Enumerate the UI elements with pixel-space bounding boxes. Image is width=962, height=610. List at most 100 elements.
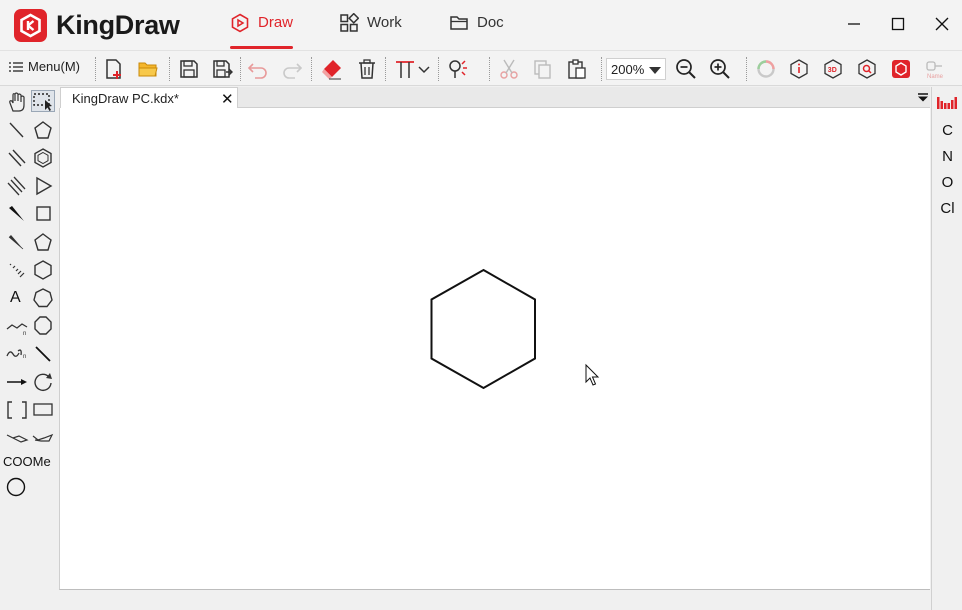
wedge-bond-icon[interactable]	[5, 203, 29, 225]
square-ring-icon[interactable]	[31, 203, 55, 225]
element-n-button[interactable]: N	[932, 148, 962, 165]
chevron-down-icon[interactable]	[417, 58, 431, 80]
chair-template-icon[interactable]	[5, 427, 29, 449]
cyclopentane-alt-icon[interactable]	[31, 231, 55, 253]
hashed-bond-icon[interactable]	[5, 259, 29, 281]
zoom-in-icon[interactable]	[709, 58, 731, 80]
marquee-select-tool[interactable]	[31, 90, 55, 112]
bottom-strip	[59, 591, 930, 610]
svg-text:n: n	[23, 331, 26, 337]
element-c-button[interactable]: C	[932, 122, 962, 139]
tab-draw[interactable]: Draw	[230, 13, 294, 49]
text-format-icon[interactable]	[394, 58, 416, 80]
main-toolbar: Menu(M) 200% 3D Name	[0, 50, 962, 86]
line-tool-icon[interactable]	[31, 343, 55, 365]
document-tab-bar: KingDraw PC.kdx* ✕	[60, 87, 930, 109]
tab-work-label: Work	[367, 14, 402, 31]
minimize-icon[interactable]	[842, 13, 866, 35]
boat-template-icon[interactable]	[31, 427, 55, 449]
toolbar-separator	[311, 57, 312, 81]
query-icon[interactable]	[856, 58, 878, 80]
toolbar-separator	[601, 57, 602, 81]
copy-icon[interactable]	[532, 58, 554, 80]
circle-tool-icon[interactable]	[5, 476, 29, 498]
tab-work[interactable]: Work	[339, 13, 402, 44]
color-ring-icon[interactable]	[755, 58, 777, 80]
paste-icon[interactable]	[566, 58, 588, 80]
mouse-cursor-icon	[585, 363, 600, 386]
arrow-tool-icon[interactable]	[5, 371, 29, 393]
toolbar-separator	[95, 57, 96, 81]
cycloheptane-icon[interactable]	[31, 287, 55, 309]
right-element-bar: C N O Cl	[931, 87, 962, 610]
element-cl-button[interactable]: Cl	[932, 200, 962, 217]
toolbar-separator	[438, 57, 439, 81]
info-icon[interactable]	[788, 58, 810, 80]
tab-list-menu-icon[interactable]	[918, 93, 928, 102]
drawing-canvas[interactable]	[59, 108, 930, 590]
clean-structure-icon[interactable]	[447, 58, 469, 80]
hand-pan-icon[interactable]	[5, 91, 29, 113]
group-label-tool[interactable]: COOMe	[3, 454, 51, 469]
toolbar-separator	[385, 57, 386, 81]
menu-button[interactable]: Menu(M)	[9, 59, 80, 74]
undo-icon[interactable]	[247, 58, 269, 80]
folder-icon	[450, 16, 468, 30]
cut-icon[interactable]	[498, 58, 520, 80]
close-tab-icon[interactable]: ✕	[221, 90, 234, 108]
zoom-select[interactable]: 200%	[606, 58, 666, 80]
redo-icon[interactable]	[281, 58, 303, 80]
hexagon-structure	[430, 268, 536, 390]
text-tool[interactable]: A	[10, 289, 21, 307]
delete-icon[interactable]	[356, 58, 378, 80]
toolbar-separator	[489, 57, 490, 81]
eraser-icon[interactable]	[321, 58, 343, 80]
maximize-icon[interactable]	[886, 13, 910, 35]
toolbar-separator	[169, 57, 170, 81]
canvas-drawing	[430, 268, 600, 390]
svg-text:n: n	[23, 354, 26, 360]
tab-draw-label: Draw	[258, 14, 294, 31]
svg-text:3D: 3D	[828, 67, 837, 74]
save-as-icon[interactable]	[212, 58, 234, 80]
draw-icon	[231, 13, 249, 33]
title-bar: KingDraw Draw Work Doc	[0, 0, 962, 50]
bracket-icon[interactable]	[5, 399, 29, 421]
toolbar-separator	[240, 57, 241, 81]
triple-bond-icon[interactable]	[5, 175, 29, 197]
periodic-table-icon[interactable]	[937, 96, 957, 110]
document-tab-label: KingDraw PC.kdx*	[72, 91, 179, 106]
cyclohexane-icon[interactable]	[31, 259, 55, 281]
marquee-select-icon	[33, 93, 52, 111]
menu-label: Menu(M)	[28, 59, 81, 74]
grid-icon	[340, 13, 359, 32]
zoom-dropdown-arrow-icon	[649, 67, 661, 74]
zoom-value: 200%	[611, 62, 645, 77]
benzene-ring-icon[interactable]	[31, 147, 55, 169]
tab-doc[interactable]: Doc	[449, 14, 504, 44]
cyclooctane-icon[interactable]	[31, 315, 55, 337]
save-icon[interactable]	[178, 58, 200, 80]
recognize-icon[interactable]	[890, 58, 912, 80]
toolbar-separator	[746, 57, 747, 81]
open-folder-icon[interactable]	[137, 58, 159, 80]
triangle-ring-icon[interactable]	[31, 175, 55, 197]
document-tab[interactable]: KingDraw PC.kdx* ✕	[60, 87, 238, 109]
rotate-arrow-icon[interactable]	[31, 371, 55, 393]
hamburger-icon	[9, 61, 23, 72]
element-o-button[interactable]: O	[932, 174, 962, 191]
zoom-out-icon[interactable]	[675, 58, 697, 80]
double-bond-icon[interactable]	[5, 147, 29, 169]
single-bond-icon[interactable]	[5, 119, 29, 141]
new-doc-icon[interactable]	[103, 58, 125, 80]
bold-wedge-bond-icon[interactable]	[5, 231, 29, 253]
cyclopentane-icon[interactable]	[31, 119, 55, 141]
app-name: KingDraw	[56, 10, 180, 40]
close-window-icon[interactable]	[930, 13, 954, 35]
left-tool-palette: A n n COOMe	[0, 87, 58, 610]
chain-icon[interactable]: n	[5, 315, 29, 337]
name-icon[interactable]: Name	[924, 58, 946, 80]
curve-chain-icon[interactable]: n	[5, 343, 29, 365]
rectangle-icon[interactable]	[31, 399, 55, 421]
3d-icon[interactable]: 3D	[822, 58, 844, 80]
